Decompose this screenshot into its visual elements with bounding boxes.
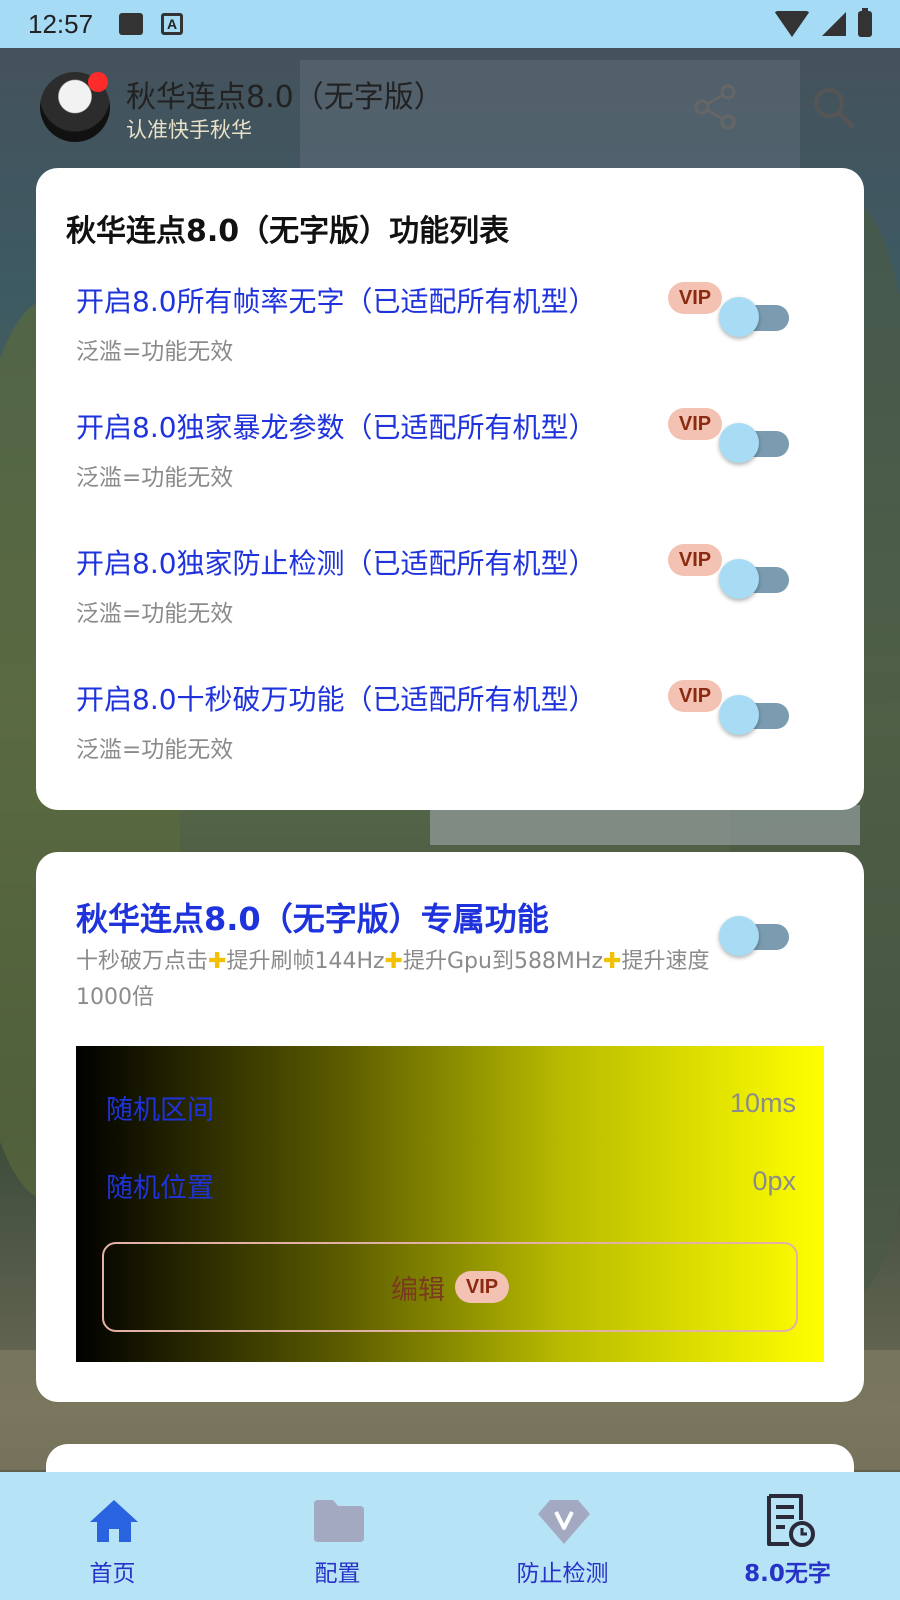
app-subtitle: 认准快手秋华 [126, 118, 252, 142]
edit-button-label: 编辑 [391, 1274, 445, 1306]
feature-subtitle: 泛滥=功能无效 [76, 601, 234, 627]
feature-label: 开启8.0十秒破万功能（已适配所有机型） [76, 683, 597, 716]
battery-icon [858, 8, 872, 37]
desc-part: 提升Gpu到588MHz [402, 949, 604, 974]
exclusive-description: 十秒破万点击✚提升刷帧144Hz✚提升Gpu到588MHz✚提升速度1000倍 [76, 944, 716, 1016]
vip-badge: VIP [455, 1271, 509, 1303]
vip-diamond-icon [538, 1500, 590, 1544]
nav-item-anti-detect[interactable]: 防止检测 [450, 1472, 675, 1600]
nav-label: 8.0无字 [744, 1561, 831, 1587]
feature-label: 开启8.0所有帧率无字（已适配所有机型） [76, 285, 597, 318]
home-icon [90, 1500, 138, 1542]
feature-list-title: 秋华连点8.0（无字版）功能列表 [66, 214, 510, 249]
status-bar: 12:57 A [0, 0, 900, 48]
feature-label: 开启8.0独家防止检测（已适配所有机型） [76, 547, 597, 580]
exclusive-feature-card: 秋华连点8.0（无字版）专属功能 十秒破万点击✚提升刷帧144Hz✚提升Gpu到… [36, 852, 864, 1402]
feature-item[interactable]: 开启8.0独家暴龙参数（已适配所有机型） VIP 泛滥=功能无效 [76, 406, 836, 516]
feature-subtitle: 泛滥=功能无效 [76, 737, 234, 763]
feature-item[interactable]: 开启8.0独家防止检测（已适配所有机型） VIP 泛滥=功能无效 [76, 542, 836, 652]
vip-badge: VIP [668, 408, 722, 440]
random-position-value: 0px [752, 1166, 796, 1196]
feature-item[interactable]: 开启8.0十秒破万功能（已适配所有机型） VIP 泛滥=功能无效 [76, 678, 836, 788]
vip-badge: VIP [668, 282, 722, 314]
feature-list-card: 秋华连点8.0（无字版）功能列表 开启8.0所有帧率无字（已适配所有机型） VI… [36, 168, 864, 810]
feature-subtitle: 泛滥=功能无效 [76, 465, 234, 491]
search-icon[interactable] [808, 82, 858, 132]
feature-toggle[interactable] [719, 295, 791, 341]
nav-item-config[interactable]: 配置 [225, 1472, 450, 1600]
notification-dot [88, 72, 108, 92]
plus-icon: ✚ [208, 949, 227, 974]
random-interval-value: 10ms [729, 1088, 796, 1118]
random-interval-label: 随机区间 [106, 1095, 214, 1126]
document-clock-icon [767, 1494, 815, 1547]
signal-icon [822, 12, 846, 36]
random-interval-row[interactable]: 随机区间 10ms [106, 1088, 796, 1128]
wifi-icon [774, 11, 810, 37]
random-position-row[interactable]: 随机位置 0px [106, 1166, 796, 1206]
random-position-label: 随机位置 [106, 1173, 214, 1204]
nav-item-no-text[interactable]: 8.0无字 [675, 1472, 900, 1600]
exclusive-toggle[interactable] [719, 914, 791, 960]
feature-label: 开启8.0独家暴龙参数（已适配所有机型） [76, 411, 597, 444]
nav-label: 配置 [314, 1561, 361, 1587]
desc-part: 提升刷帧144Hz [226, 949, 385, 974]
app-bar: 秋华连点8.0（无字版） 认准快手秋华 [0, 48, 900, 168]
share-icon[interactable] [690, 82, 740, 132]
vip-badge: VIP [668, 680, 722, 712]
nav-label: 防止检测 [516, 1561, 609, 1587]
nav-label: 首页 [89, 1561, 136, 1587]
feature-toggle[interactable] [719, 693, 791, 739]
desc-part: 十秒破万点击 [76, 949, 209, 974]
plus-icon: ✚ [384, 949, 403, 974]
feature-item[interactable]: 开启8.0所有帧率无字（已适配所有机型） VIP 泛滥=功能无效 [76, 280, 836, 390]
image-notification-icon [119, 13, 144, 35]
folder-icon [314, 1500, 364, 1542]
settings-panel: 随机区间 10ms 随机位置 0px 编辑 VIP [76, 1046, 824, 1362]
feature-subtitle: 泛滥=功能无效 [76, 339, 234, 365]
bottom-navigation: 首页 配置 防止检测 8.0无字 [0, 1472, 900, 1600]
plus-icon: ✚ [603, 949, 622, 974]
edit-button[interactable]: 编辑 VIP [102, 1242, 798, 1332]
status-time: 12:57 [28, 8, 94, 39]
nav-item-home[interactable]: 首页 [0, 1472, 225, 1600]
exclusive-title: 秋华连点8.0（无字版）专属功能 [76, 900, 549, 938]
app-title: 秋华连点8.0（无字版） [126, 80, 444, 115]
vip-badge: VIP [668, 544, 722, 576]
feature-toggle[interactable] [719, 421, 791, 467]
feature-toggle[interactable] [719, 557, 791, 603]
text-notification-icon: A [161, 13, 184, 35]
